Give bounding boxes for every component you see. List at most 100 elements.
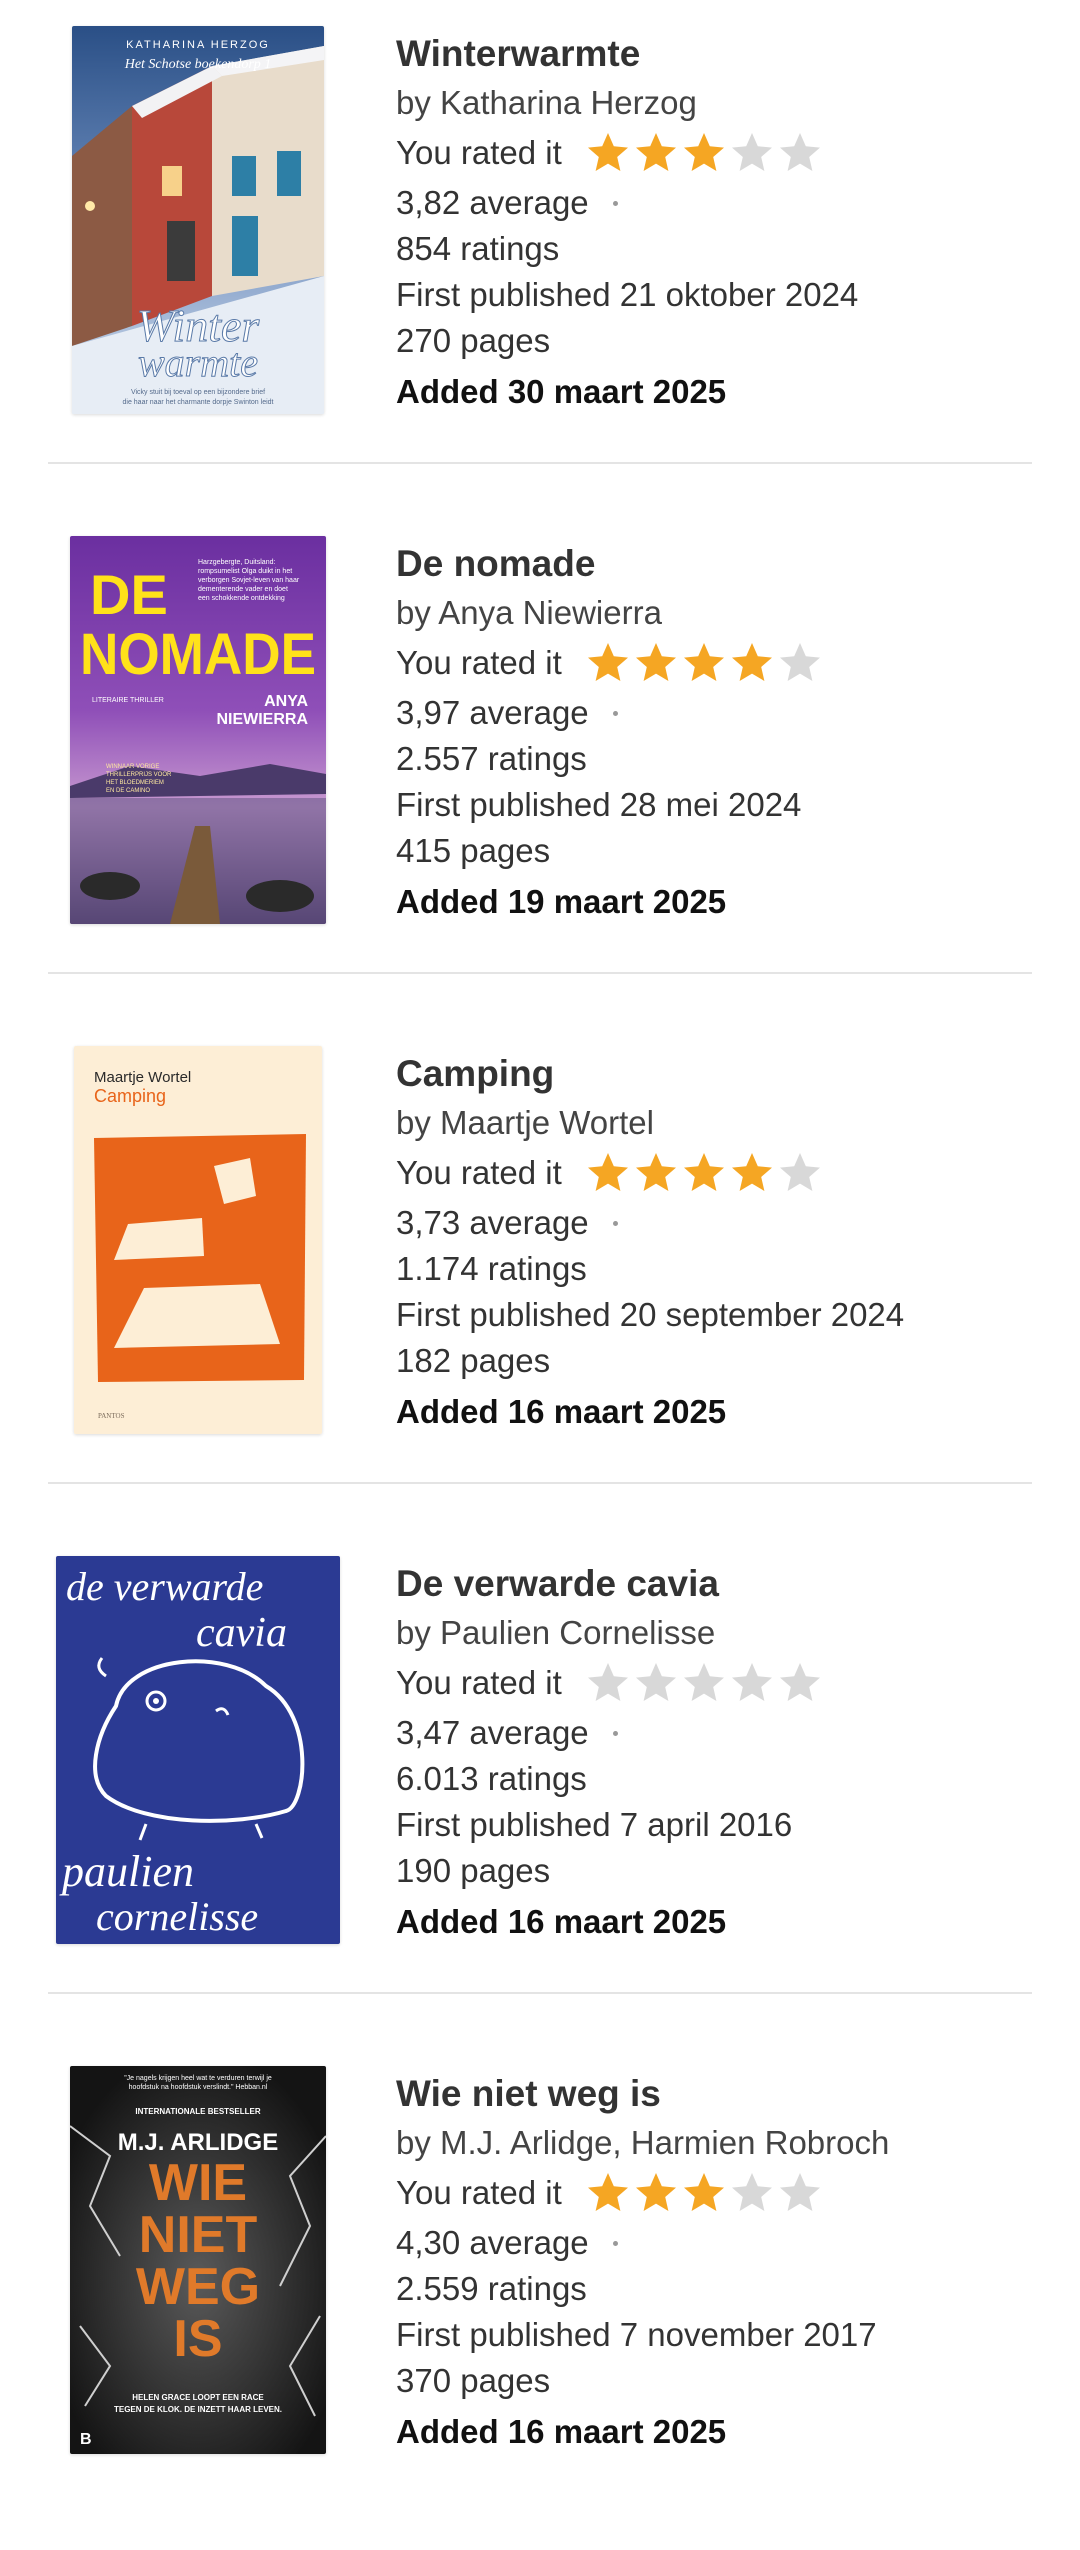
cover-blurb-text: verborgen Sovjet-leven van haar xyxy=(198,577,300,584)
star-icon[interactable] xyxy=(776,639,824,687)
average-rating: 3,73 average xyxy=(396,1204,589,1241)
star-icon[interactable] xyxy=(680,2169,728,2217)
star-icon[interactable] xyxy=(728,2169,776,2217)
star-icon[interactable] xyxy=(728,1149,776,1197)
ratings-count: 854 ratings xyxy=(396,230,560,267)
star-icon[interactable] xyxy=(632,129,680,177)
star-icon[interactable] xyxy=(632,1149,680,1197)
rated-label: You rated it xyxy=(396,134,562,171)
star-icon[interactable] xyxy=(776,1659,824,1707)
star-rating[interactable] xyxy=(584,1149,824,1197)
separator-dot xyxy=(612,1730,618,1736)
page-count: 370 pages xyxy=(396,2362,551,2399)
book-author[interactable]: by Maartje Wortel xyxy=(396,1100,1036,1146)
date-added: Added 16 maart 2025 xyxy=(396,1393,727,1430)
page-count: 415 pages xyxy=(396,832,551,869)
cover-award-text: EN DE CAMINO xyxy=(106,788,150,794)
cover-award-text: HET BLOEDMERIEM xyxy=(106,780,164,786)
star-rating[interactable] xyxy=(584,639,824,687)
book-entry[interactable]: "Je nagels krijgen heel wat te verduren … xyxy=(0,2040,1080,2550)
book-author[interactable]: by Paulien Cornelisse xyxy=(396,1610,1036,1656)
book-cover[interactable]: de verwarde cavia paulien cornelisse xyxy=(56,1556,340,1944)
average-rating-row: 3,47 average xyxy=(396,1710,1036,1756)
divider xyxy=(48,1992,1032,1994)
user-rating-row: You rated it xyxy=(396,2166,1036,2220)
book-author[interactable]: by Katharina Herzog xyxy=(396,80,1036,126)
star-icon[interactable] xyxy=(584,639,632,687)
cover-blurb-text: dementerende vader en doet xyxy=(198,586,288,593)
star-icon[interactable] xyxy=(680,1149,728,1197)
star-icon[interactable] xyxy=(776,2169,824,2217)
star-icon[interactable] xyxy=(776,129,824,177)
book-cover[interactable]: Maartje Wortel Camping PANTOS xyxy=(74,1046,322,1434)
divider xyxy=(48,1482,1032,1484)
cover-title-text: de verwarde xyxy=(66,1564,263,1609)
ratings-count: 6.013 ratings xyxy=(396,1760,587,1797)
book-author[interactable]: by Anya Niewierra xyxy=(396,590,1036,636)
book-entry[interactable]: de verwarde cavia paulien cornelisse De … xyxy=(0,1530,1080,2040)
book-cover[interactable]: DE NOMADE Harzgebergte, Duitsland: romps… xyxy=(70,536,326,924)
divider xyxy=(48,462,1032,464)
rated-label: You rated it xyxy=(396,2174,562,2211)
date-added: Added 19 maart 2025 xyxy=(396,883,727,920)
cover-title-text: WEG xyxy=(136,2258,260,2316)
star-rating[interactable] xyxy=(584,2169,824,2217)
book-title[interactable]: Camping xyxy=(396,1048,1036,1100)
star-rating[interactable] xyxy=(584,129,824,177)
star-icon[interactable] xyxy=(728,1659,776,1707)
first-published: First published 20 september 2024 xyxy=(396,1296,905,1333)
star-icon[interactable] xyxy=(728,129,776,177)
star-icon[interactable] xyxy=(776,1149,824,1197)
date-added: Added 16 maart 2025 xyxy=(396,1903,727,1940)
first-published: First published 7 november 2017 xyxy=(396,2316,877,2353)
ratings-count: 1.174 ratings xyxy=(396,1250,587,1287)
user-rating-row: You rated it xyxy=(396,126,1036,180)
star-icon[interactable] xyxy=(584,2169,632,2217)
cover-quote-text: hoofdstuk na hoofdstuk verslindt." Hebba… xyxy=(129,2084,268,2091)
star-rating[interactable] xyxy=(584,1659,824,1707)
book-title[interactable]: Winterwarmte xyxy=(396,28,1036,80)
cover-title-text: IS xyxy=(173,2310,222,2368)
star-icon[interactable] xyxy=(632,2169,680,2217)
cover-author-text: Maartje Wortel xyxy=(94,1069,191,1086)
star-icon[interactable] xyxy=(680,1659,728,1707)
cover-title-text: cavia xyxy=(196,1610,287,1656)
cover-publisher-text: B xyxy=(80,2431,92,2448)
book-author[interactable]: by M.J. Arlidge, Harmien Robroch xyxy=(396,2120,1036,2166)
book-cover[interactable]: KATHARINA HERZOG Het Schotse boekendorp … xyxy=(72,26,324,414)
cover-title-text: warmte xyxy=(138,340,258,385)
average-rating: 3,47 average xyxy=(396,1714,589,1751)
cover-title-text: DE xyxy=(90,563,168,626)
user-rating-row: You rated it xyxy=(396,636,1036,690)
cover-blurb-text: die haar naar het charmante dorpje Swint… xyxy=(123,399,274,406)
user-rating-row: You rated it xyxy=(396,1146,1036,1200)
page-count: 182 pages xyxy=(396,1342,551,1379)
average-rating-row: 3,73 average xyxy=(396,1200,1036,1246)
cover-quote-text: "Je nagels krijgen heel wat te verduren … xyxy=(124,2075,272,2082)
rated-label: You rated it xyxy=(396,1154,562,1191)
book-entry[interactable]: Maartje Wortel Camping PANTOS Camping by… xyxy=(0,1020,1080,1530)
star-icon[interactable] xyxy=(584,1659,632,1707)
book-title[interactable]: Wie niet weg is xyxy=(396,2068,1036,2120)
cover-author-text: KATHARINA HERZOG xyxy=(126,39,270,51)
book-entry[interactable]: KATHARINA HERZOG Het Schotse boekendorp … xyxy=(0,0,1080,510)
average-rating-row: 3,82 average xyxy=(396,180,1036,226)
star-icon[interactable] xyxy=(632,639,680,687)
average-rating-row: 4,30 average xyxy=(396,2220,1036,2266)
book-title[interactable]: De verwarde cavia xyxy=(396,1558,1036,1610)
first-published: First published 7 april 2016 xyxy=(396,1806,793,1843)
book-entry[interactable]: DE NOMADE Harzgebergte, Duitsland: romps… xyxy=(0,510,1080,1020)
star-icon[interactable] xyxy=(632,1659,680,1707)
star-icon[interactable] xyxy=(584,129,632,177)
date-added: Added 30 maart 2025 xyxy=(396,373,727,410)
star-icon[interactable] xyxy=(680,129,728,177)
star-icon[interactable] xyxy=(584,1149,632,1197)
book-title[interactable]: De nomade xyxy=(396,538,1036,590)
star-icon[interactable] xyxy=(728,639,776,687)
book-cover[interactable]: "Je nagels krijgen heel wat te verduren … xyxy=(70,2066,326,2454)
star-icon[interactable] xyxy=(680,639,728,687)
average-rating: 4,30 average xyxy=(396,2224,589,2261)
cover-author-text: paulien xyxy=(59,1847,194,1896)
cover-tagline-text: HELEN GRACE LOOPT EEN RACE xyxy=(132,2393,264,2402)
cover-award-text: THRILLERPRIJS VOOR xyxy=(106,772,172,778)
